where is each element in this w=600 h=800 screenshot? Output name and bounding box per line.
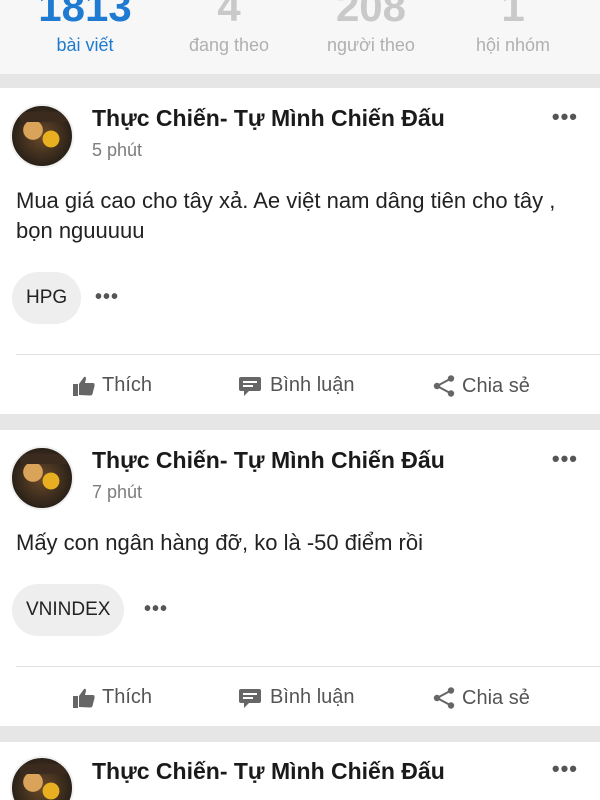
comment-button[interactable]: Bình luận [238,686,355,709]
post-time: 7 phút [92,482,143,502]
stat-following[interactable]: 4 đang theo [154,0,304,56]
post-card: Thực Chiến- Tự Mình Chiến Đấu ••• [0,742,600,800]
post-time: 5 phút [92,140,143,160]
share-label: Chia sẻ [462,374,530,397]
share-button[interactable]: Chia sẻ [432,686,530,710]
thumbs-up-icon [73,688,95,708]
stock-tag[interactable]: HPG [12,272,82,324]
stat-groups-count: 1 [501,0,525,30]
stat-posts-count: 1813 [38,0,132,30]
stat-groups[interactable]: 1 hội nhóm [438,0,588,56]
more-dots-icon[interactable]: ••• [552,756,578,782]
stat-followers-label: người theo [327,35,415,55]
stat-followers-count: 208 [335,0,407,30]
like-button[interactable]: Thích [72,686,152,709]
thumbs-up-icon [73,376,95,396]
divider [16,666,600,667]
comment-label: Bình luận [270,686,355,708]
stat-groups-label: hội nhóm [475,35,551,55]
more-dots-icon[interactable]: ••• [552,104,578,130]
post-card: Thực Chiến- Tự Mình Chiến Đấu 7 phút •••… [0,430,600,726]
avatar[interactable] [10,756,74,800]
stock-tag[interactable]: VNINDEX [12,584,125,636]
post-author[interactable]: Thực Chiến- Tự Mình Chiến Đấu [92,758,445,785]
more-dots-icon[interactable]: ••• [144,598,168,621]
post-content: Mua giá cao cho tây xả. Ae việt nam dâng… [16,188,556,243]
comment-label: Bình luận [270,374,355,396]
like-label: Thích [102,374,153,396]
more-dots-icon[interactable]: ••• [95,286,119,309]
comment-button[interactable]: Bình luận [238,374,355,397]
post-card: Thực Chiến- Tự Mình Chiến Đấu 5 phút •••… [0,88,600,414]
like-button[interactable]: Thích [72,374,152,397]
more-dots-icon[interactable]: ••• [552,446,578,472]
post-content: Mấy con ngân hàng đỡ, ko là -50 điểm rồi [16,530,423,555]
share-icon [433,687,455,709]
share-icon [433,375,455,397]
stat-posts[interactable]: 1813 bài viết [10,0,160,56]
like-label: Thích [102,686,153,708]
post-author[interactable]: Thực Chiến- Tự Mình Chiến Đấu [92,105,445,132]
comment-icon [239,688,261,708]
share-button[interactable]: Chia sẻ [432,374,530,398]
divider [16,354,600,355]
post-author[interactable]: Thực Chiến- Tự Mình Chiến Đấu [92,447,445,474]
share-label: Chia sẻ [462,686,530,709]
stat-following-count: 4 [217,0,241,30]
profile-stats-bar: 1813 bài viết 4 đang theo 208 người theo… [0,0,600,74]
avatar[interactable] [10,446,74,510]
stat-following-label: đang theo [188,35,270,55]
stat-followers[interactable]: 208 người theo [296,0,446,56]
stat-posts-label: bài viết [56,35,114,55]
avatar[interactable] [10,104,74,168]
comment-icon [239,376,261,396]
